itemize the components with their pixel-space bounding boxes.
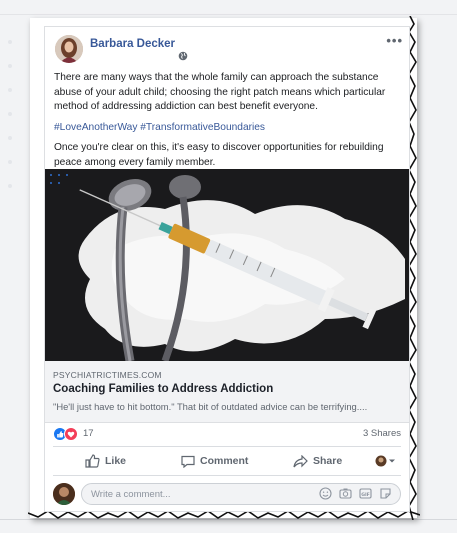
- user-avatar[interactable]: [53, 483, 75, 505]
- svg-text:GIF: GIF: [361, 492, 370, 498]
- comment-placeholder: Write a comment...: [91, 489, 171, 500]
- divider: [53, 446, 401, 447]
- comment-icon: [181, 455, 195, 468]
- comment-button[interactable]: Comment: [181, 452, 248, 470]
- globe-icon[interactable]: [178, 51, 188, 61]
- more-options-button[interactable]: •••: [386, 33, 403, 48]
- post-body: There are many ways that the whole famil…: [54, 71, 404, 176]
- share-button[interactable]: Share: [293, 452, 342, 470]
- reaction-icons[interactable]: [53, 427, 79, 441]
- thumbs-up-icon: [85, 454, 100, 468]
- comment-composer: Write a comment... GIF: [53, 481, 403, 507]
- post-actions: Like Comment Share: [53, 448, 401, 474]
- author-name[interactable]: Barbara Decker: [90, 38, 175, 50]
- link-description: "He'll just have to hit bottom." That bi…: [53, 401, 368, 412]
- share-label: Share: [313, 455, 343, 467]
- gif-icon[interactable]: GIF: [359, 487, 372, 500]
- share-count[interactable]: 3 Shares: [363, 428, 401, 439]
- sticker-icon[interactable]: [379, 487, 392, 500]
- post-hashtags[interactable]: #LoveAnotherWay #TransformativeBoundarie…: [54, 121, 404, 136]
- audience-selector[interactable]: [375, 452, 397, 470]
- emoji-icon[interactable]: [319, 487, 332, 500]
- like-button[interactable]: Like: [85, 452, 126, 470]
- divider: [53, 475, 401, 476]
- link-domain: PSYCHIATRICTIMES.COM: [53, 370, 162, 380]
- facebook-post-card: Barbara Decker ••• There are many ways t…: [44, 26, 410, 512]
- comment-label: Comment: [200, 455, 249, 467]
- share-icon: [293, 454, 308, 467]
- post-paragraph: Once you're clear on this, it's easy to …: [54, 142, 384, 168]
- post-header: Barbara Decker •••: [45, 27, 411, 71]
- like-label: Like: [105, 455, 127, 467]
- camera-icon[interactable]: [339, 487, 352, 500]
- background-decoration: [4, 40, 24, 240]
- background-edge-line: [0, 14, 457, 15]
- comment-input[interactable]: Write a comment... GIF: [81, 483, 401, 505]
- reactions-bar: 17 3 Shares: [53, 427, 403, 443]
- link-preview-image[interactable]: [45, 169, 409, 361]
- post-paragraph: There are many ways that the whole famil…: [54, 72, 386, 112]
- comment-tools: GIF: [319, 487, 392, 500]
- reaction-count[interactable]: 17: [83, 428, 94, 439]
- link-title[interactable]: Coaching Families to Address Addiction: [53, 383, 273, 395]
- author-avatar[interactable]: [55, 35, 83, 63]
- profile-chevron-icon: [375, 455, 395, 467]
- link-preview-meta[interactable]: PSYCHIATRICTIMES.COM Coaching Families t…: [45, 361, 409, 423]
